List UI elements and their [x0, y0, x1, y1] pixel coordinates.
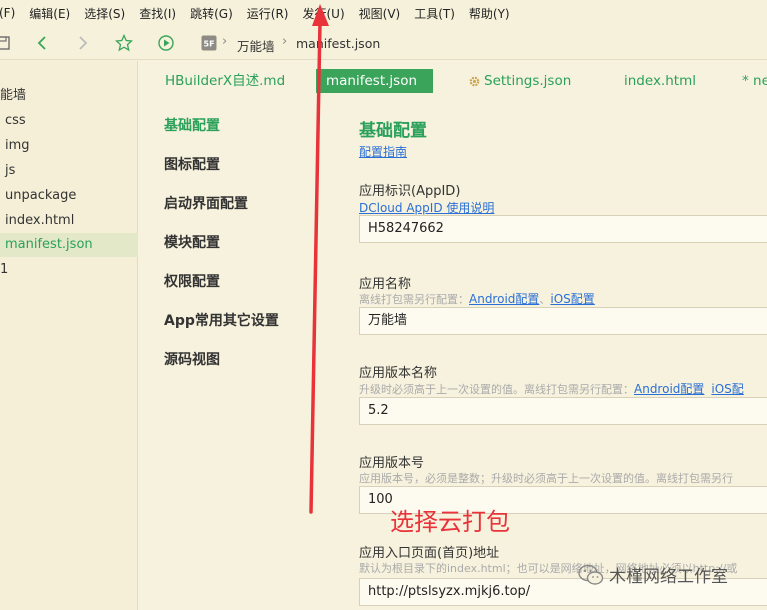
ios-config-link[interactable]: iOS配置	[550, 292, 594, 306]
version-name-label: 应用版本名称	[359, 366, 438, 381]
tree-item-manifest-json[interactable]: manifest.json	[0, 233, 138, 257]
app-name-field[interactable]: 万能墙	[359, 307, 767, 335]
tree-item-index-html[interactable]: index.html	[0, 209, 138, 233]
tab-settings-json[interactable]: Settings.json	[468, 69, 571, 93]
star-icon[interactable]	[115, 34, 133, 52]
menu-view[interactable]: 视图(V)	[359, 5, 401, 22]
tree-item-js[interactable]: js	[0, 159, 138, 183]
nav-splash-config[interactable]: 启动界面配置	[164, 193, 248, 213]
nav-basic-config[interactable]: 基础配置	[164, 115, 220, 135]
menu-edit[interactable]: 编辑(E)	[29, 5, 70, 22]
tree-item-unpackage[interactable]: unpackage	[0, 184, 138, 208]
tree-item-css[interactable]: css	[0, 109, 138, 133]
menu-select[interactable]: 选择(S)	[84, 5, 125, 22]
entry-page-label: 应用入口页面(首页)地址	[359, 546, 500, 561]
version-code-label: 应用版本号	[359, 456, 425, 471]
menu-find[interactable]: 查找(I)	[139, 5, 176, 22]
breadcrumb-chevron-icon: ›	[282, 34, 288, 49]
gear-icon	[469, 76, 480, 86]
tree-item-img[interactable]: img	[0, 134, 138, 158]
app-name-hint: 离线打包需另行配置：Android配置、iOS配置	[359, 292, 595, 306]
back-icon[interactable]	[33, 34, 51, 52]
toolbar: 5F › 万能墙 › manifest.json	[0, 26, 767, 60]
appid-label: 应用标识(AppID)	[359, 184, 461, 199]
wechat-icon	[578, 564, 604, 585]
basic-config-form: 基础配置 配置指南 应用标识(AppID) DCloud AppID 使用说明 …	[316, 102, 767, 610]
nav-icon-config[interactable]: 图标配置	[164, 154, 220, 174]
editor-tabs: HBuilderX自述.md manifest.json Settings.js…	[139, 61, 767, 102]
forward-icon[interactable]	[74, 34, 92, 52]
tab-index-html[interactable]: index.html	[624, 69, 696, 93]
breadcrumb-project[interactable]: 万能墙	[237, 36, 275, 55]
project-icon: 5F	[200, 34, 218, 52]
ios-config-link[interactable]: iOS配	[711, 382, 743, 396]
appid-help-link[interactable]: DCloud AppID 使用说明	[359, 199, 494, 216]
save-icon[interactable]	[0, 34, 12, 52]
version-name-hint: 升级时必须高于上一次设置的值。离线打包需另行配置：Android配置 iOS配	[359, 382, 744, 396]
menu-help[interactable]: 帮助(Y)	[469, 5, 510, 22]
version-code-hint: 应用版本号，必须是整数；升级时必须高于上一次设置的值。离线打包需另行	[359, 472, 733, 485]
nav-app-other-settings[interactable]: App常用其它设置	[164, 310, 279, 330]
watermark: 木槿网络工作室	[578, 562, 728, 587]
section-title: 基础配置	[359, 121, 427, 141]
menu-run[interactable]: 运行(R)	[247, 5, 289, 22]
menu-publish[interactable]: 发行(U)	[302, 5, 344, 22]
project-tree: 能墙 css img js unpackage index.html manif…	[0, 61, 138, 610]
tree-item-extra[interactable]: 1	[0, 258, 138, 282]
breadcrumb-chevron-icon: ›	[222, 34, 228, 49]
breadcrumb-file[interactable]: manifest.json	[296, 36, 380, 51]
annotation-text: 选择云打包	[390, 508, 510, 536]
nav-source-view[interactable]: 源码视图	[164, 349, 220, 369]
tab-new-file[interactable]: * ne	[742, 69, 767, 93]
watermark-text: 木槿网络工作室	[609, 567, 728, 587]
nav-permission-config[interactable]: 权限配置	[164, 271, 220, 291]
tab-hbuilderx-readme[interactable]: HBuilderX自述.md	[165, 69, 285, 93]
manifest-nav: 基础配置 图标配置 启动界面配置 模块配置 权限配置 App常用其它设置 源码视…	[139, 102, 316, 610]
menu-file[interactable]: (F)	[0, 6, 15, 20]
tab-manifest-json[interactable]: manifest.json	[316, 69, 433, 93]
android-config-link[interactable]: Android配置	[469, 292, 539, 306]
tree-root[interactable]: 能墙	[0, 84, 138, 108]
appid-field[interactable]: H58247662	[359, 215, 767, 243]
menu-tools[interactable]: 工具(T)	[414, 5, 455, 22]
tab-settings-label: Settings.json	[484, 73, 572, 89]
run-icon[interactable]	[157, 34, 175, 52]
menu-bar: (F) 编辑(E) 选择(S) 查找(I) 跳转(G) 运行(R) 发行(U) …	[0, 0, 767, 26]
nav-module-config[interactable]: 模块配置	[164, 232, 220, 252]
config-guide-link[interactable]: 配置指南	[359, 143, 407, 160]
menu-goto[interactable]: 跳转(G)	[190, 5, 233, 22]
svg-text:5F: 5F	[204, 40, 215, 49]
android-config-link[interactable]: Android配置	[634, 382, 704, 396]
version-name-field[interactable]: 5.2	[359, 397, 767, 425]
